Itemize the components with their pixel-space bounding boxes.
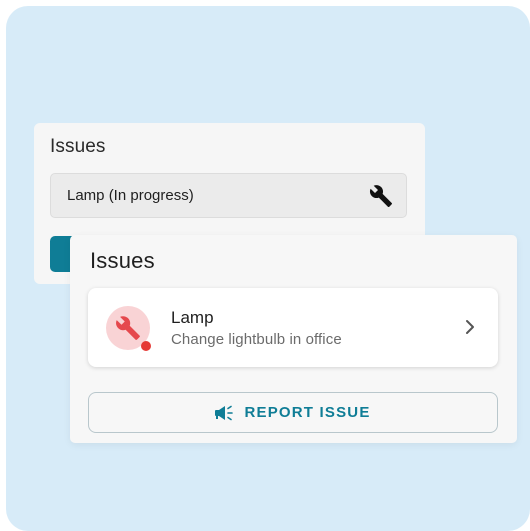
- back-card-title: Issues: [50, 136, 106, 157]
- chevron-right-icon: [462, 318, 478, 336]
- wrench-icon: [369, 184, 393, 208]
- issues-card-title: Issues: [90, 248, 155, 273]
- issue-select-value: Lamp (In progress): [67, 187, 194, 204]
- issues-card: Issues Lamp Change lightbulb in office R…: [70, 235, 517, 443]
- report-issue-button[interactable]: REPORT ISSUE: [88, 392, 498, 433]
- issue-description: Change lightbulb in office: [171, 331, 342, 348]
- issue-select-field[interactable]: Lamp (In progress): [50, 173, 407, 218]
- issue-avatar: [106, 306, 151, 351]
- issue-list-item[interactable]: Lamp Change lightbulb in office: [88, 288, 498, 367]
- background-panel: Issues Lamp (In progress) Issues Lamp Ch…: [6, 6, 530, 531]
- megaphone-icon: [215, 405, 235, 421]
- issue-name: Lamp: [171, 308, 214, 327]
- report-issue-label: REPORT ISSUE: [244, 404, 371, 421]
- status-dot: [141, 341, 151, 351]
- wrench-icon: [116, 316, 140, 340]
